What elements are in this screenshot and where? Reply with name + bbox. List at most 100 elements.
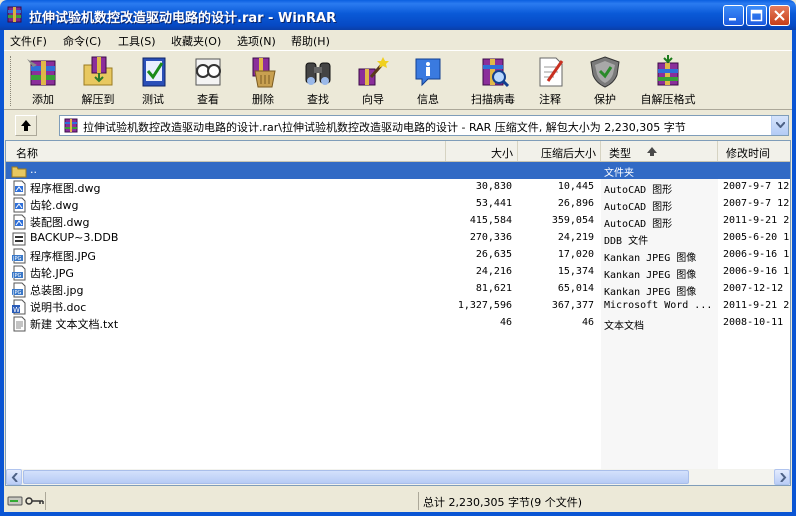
table-row[interactable]: 齿轮.dwg 53,441 26,896 AutoCAD 图形 2007-9-7 12	[6, 196, 790, 213]
file-modified-cell: 2005-6-20 1	[723, 232, 790, 243]
column-type-label: 类型	[609, 147, 631, 160]
column-header-size[interactable]: 大小	[446, 141, 518, 161]
table-row[interactable]: 装配图.dwg 415,584 359,054 AutoCAD 图形 2011-9-21…	[6, 213, 790, 230]
info-icon	[415, 58, 441, 87]
wizard-icon	[358, 57, 389, 86]
column-header-modified[interactable]: 修改时间	[718, 141, 790, 161]
column-header-packed[interactable]: 压缩后大小	[518, 141, 601, 161]
file-type-cell: AutoCAD 图形	[604, 185, 673, 196]
file-packed-cell: 65,014	[557, 283, 594, 294]
jpg-file-icon: JPG	[12, 248, 26, 264]
file-modified-cell: 2006-9-16 1	[723, 266, 790, 277]
title-bar[interactable]: 拉伸试验机数控改造驱动电路的设计.rar - WinRAR	[0, 0, 796, 30]
add-label: 添加	[32, 93, 54, 106]
delete-icon	[252, 57, 276, 88]
table-row[interactable]: .. 文件夹	[6, 162, 790, 179]
file-size-cell: 415,584	[469, 215, 512, 226]
delete-label: 删除	[252, 93, 274, 106]
table-row[interactable]: 程序框图.dwg 30,830 10,445 AutoCAD 图形 2007-9-7 1…	[6, 179, 790, 196]
column-header-type[interactable]: 类型	[601, 141, 718, 161]
path-combobox[interactable]: 拉伸试验机数控改造驱动电路的设计.rar\拉伸试验机数控改造驱动电路的设计 - …	[59, 115, 789, 136]
comment-button[interactable]: 注释	[521, 53, 579, 109]
table-row[interactable]: W 说明书.doc 1,327,596 367,377 Microsoft Word .…	[6, 298, 790, 315]
scroll-thumb[interactable]	[23, 470, 689, 484]
winrar-app-icon[interactable]	[6, 6, 23, 23]
virus-scan-icon	[482, 58, 510, 88]
file-packed-cell: 15,374	[557, 266, 594, 277]
file-size-cell: 26,635	[475, 249, 512, 260]
table-row[interactable]: 新建 文本文档.txt 46 46 文本文档 2008-10-11	[6, 315, 790, 332]
file-name-cell: BACKUP~3.DDB	[30, 231, 119, 244]
add-button[interactable]: 添加	[14, 53, 72, 109]
window-title: 拉伸试验机数控改造驱动电路的设计.rar - WinRAR	[29, 11, 337, 26]
address-bar: 拉伸试验机数控改造驱动电路的设计.rar\拉伸试验机数控改造驱动电路的设计 - …	[4, 112, 792, 138]
wizard-button[interactable]: 向导	[344, 53, 402, 109]
virus-scan-button[interactable]: 扫描病毒	[464, 53, 522, 109]
extract-to-button[interactable]: 解压到	[69, 53, 127, 109]
extract-to-label: 解压到	[81, 93, 115, 106]
sfx-label: 自解压格式	[640, 93, 696, 106]
window-frame-right	[792, 30, 796, 516]
protect-button[interactable]: 保护	[576, 53, 634, 109]
rar-archive-icon	[64, 118, 78, 133]
column-name-label: 名称	[16, 147, 38, 160]
jpg-file-icon: JPG	[12, 282, 26, 298]
test-icon	[142, 57, 166, 87]
close-icon	[774, 10, 785, 21]
menu-commands[interactable]: 命令(C)	[63, 33, 101, 49]
file-modified-cell: 2007-9-7 12	[723, 181, 790, 192]
find-button[interactable]: 查找	[289, 53, 347, 109]
file-list[interactable]: 名称 大小 压缩后大小 类型 修改时间 .. 文件夹 程序框图.dwg 30,830 1…	[5, 140, 791, 486]
scroll-left-arrow-icon	[11, 473, 18, 482]
add-archive-icon	[27, 59, 56, 86]
test-button[interactable]: 测试	[124, 53, 182, 109]
toolbar: 添加 解压到 测试 查看 删除 查找 向导 信息 扫描病毒 注释 保护 自解压格…	[4, 50, 792, 110]
info-label: 信息	[417, 93, 439, 106]
file-type-cell: Microsoft Word ...	[604, 300, 713, 311]
svg-text:JPG: JPG	[12, 290, 21, 296]
drive-key-icons[interactable]	[7, 494, 47, 508]
menu-file[interactable]: 文件(F)	[10, 33, 47, 49]
file-modified-cell: 2006-9-16 1	[723, 249, 790, 260]
file-packed-cell: 46	[581, 317, 594, 328]
column-header-name[interactable]: 名称	[6, 141, 446, 161]
scroll-left-button[interactable]	[6, 469, 22, 485]
scroll-right-button[interactable]	[774, 469, 790, 485]
table-row[interactable]: BACKUP~3.DDB 270,336 24,219 DDB 文件 2005-6-20…	[6, 230, 790, 247]
protect-icon	[590, 56, 620, 88]
delete-button[interactable]: 删除	[234, 53, 292, 109]
table-row[interactable]: JPG 齿轮.JPG 24,216 15,374 Kankan JPEG 图像 2006-…	[6, 264, 790, 281]
table-row[interactable]: JPG 程序框图.JPG 26,635 17,020 Kankan JPEG 图像 200…	[6, 247, 790, 264]
file-type-cell: AutoCAD 图形	[604, 202, 673, 213]
menu-tools[interactable]: 工具(S)	[118, 33, 156, 49]
menu-options[interactable]: 选项(N)	[237, 33, 276, 49]
horizontal-scrollbar[interactable]	[6, 469, 790, 485]
toolbar-grip[interactable]	[10, 56, 13, 106]
sort-ascending-icon	[647, 147, 657, 156]
file-modified-cell: 2011-9-21 2	[723, 215, 790, 226]
file-name-cell: 程序框图.JPG	[30, 250, 96, 263]
menu-help[interactable]: 帮助(H)	[291, 33, 330, 49]
table-row[interactable]: JPG 总装图.jpg 81,621 65,014 Kankan JPEG 图像 2007…	[6, 281, 790, 298]
list-header: 名称 大小 压缩后大小 类型 修改时间	[6, 141, 790, 162]
file-name-cell: 新建 文本文档.txt	[30, 318, 119, 331]
up-arrow-icon	[21, 120, 31, 131]
file-size-cell: 53,441	[475, 198, 512, 209]
file-packed-cell: 359,054	[551, 215, 594, 226]
jpg-file-icon: JPG	[12, 265, 26, 281]
sfx-button[interactable]: 自解压格式	[634, 53, 702, 109]
up-folder-button[interactable]	[15, 115, 37, 136]
extract-to-icon	[83, 56, 113, 86]
column-packed-label: 压缩后大小	[541, 147, 596, 160]
doc-file-icon: W	[12, 299, 26, 315]
path-dropdown-button[interactable]	[771, 116, 788, 135]
maximize-button[interactable]	[746, 5, 767, 26]
close-button[interactable]	[769, 5, 790, 26]
menu-favorites[interactable]: 收藏夹(O)	[171, 33, 221, 49]
minimize-button[interactable]	[723, 5, 744, 26]
txt-file-icon	[13, 316, 26, 332]
view-button[interactable]: 查看	[179, 53, 237, 109]
file-size-cell: 30,830	[475, 181, 512, 192]
file-name-cell: 说明书.doc	[30, 301, 87, 314]
info-button[interactable]: 信息	[399, 53, 457, 109]
